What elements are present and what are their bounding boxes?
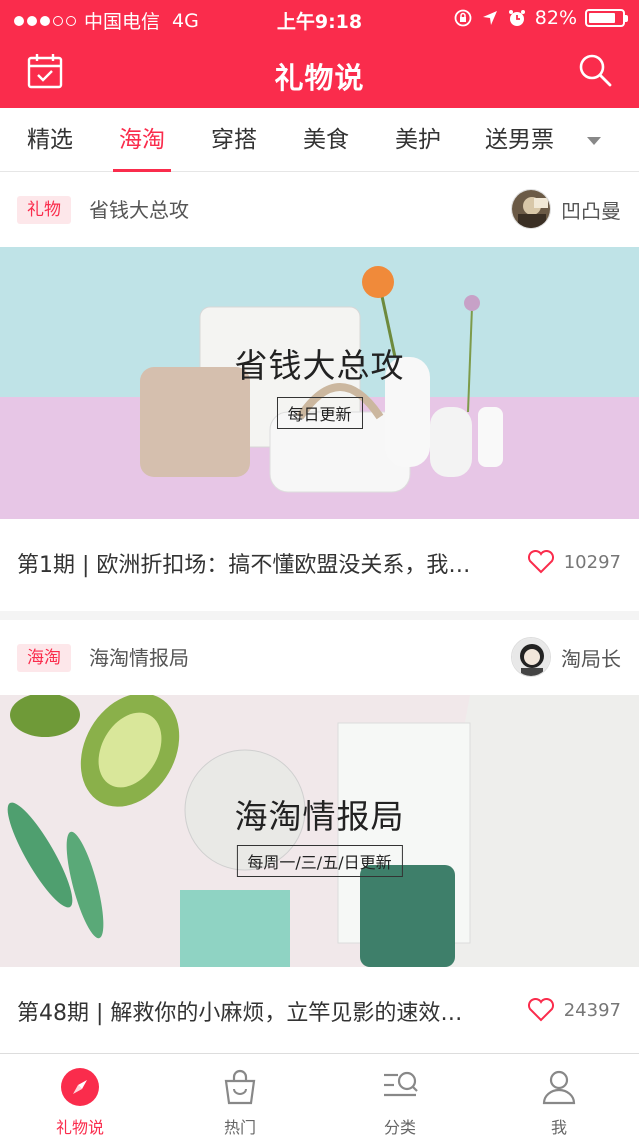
status-bar: 中国电信 4G 上午9:18 82% xyxy=(0,0,639,38)
column-name[interactable]: 省钱大总攻 xyxy=(89,194,189,226)
expand-tabs-icon[interactable] xyxy=(587,137,601,145)
author-name: 凹凸曼 xyxy=(561,198,621,223)
tab-jingxuan[interactable]: 精选 xyxy=(27,108,73,172)
tab-songnanpiao[interactable]: 送男票 xyxy=(485,108,554,172)
category-tabs: 精选 海淘 穿搭 美食 美护 送男票 xyxy=(0,108,639,172)
avatar[interactable] xyxy=(511,637,551,677)
search-icon xyxy=(579,54,612,87)
battery-percent: 82% xyxy=(534,7,577,29)
article-title[interactable]: 第48期 | 解救你的小麻烦，立竿见影的速效… xyxy=(17,995,497,1027)
location-arrow-icon xyxy=(482,11,497,25)
app-header: 中国电信 4G 上午9:18 82% 礼物说 xyxy=(0,0,639,108)
category-search-icon xyxy=(384,1071,418,1097)
bottom-navigation: 礼物说 热门 分类 我 xyxy=(0,1053,639,1136)
banner-subtitle: 每日更新 xyxy=(276,397,363,429)
heart-icon xyxy=(527,998,554,1022)
nav-fenlei[interactable]: 分类 xyxy=(340,1054,460,1136)
article-banner[interactable]: 海淘情报局 每周一/三/五/日更新 xyxy=(0,695,639,967)
nav-label: 分类 xyxy=(383,1118,416,1136)
alarm-icon xyxy=(508,10,525,26)
banner-title: 海淘情报局 xyxy=(234,797,405,836)
battery-icon xyxy=(585,9,628,27)
article-banner[interactable]: 省钱大总攻 每日更新 xyxy=(0,247,639,519)
nav-label: 我 xyxy=(550,1118,567,1136)
nav-remen[interactable]: 热门 xyxy=(180,1054,300,1136)
author-name: 淘局长 xyxy=(561,646,621,671)
nav-me[interactable]: 我 xyxy=(499,1054,619,1136)
tab-haitao[interactable]: 海淘 xyxy=(113,108,171,172)
like-count: 24397 xyxy=(563,999,621,1021)
article-title[interactable]: 第1期 | 欧洲折扣场：搞不懂欧盟没关系，我… xyxy=(17,547,497,579)
column-name[interactable]: 海淘情报局 xyxy=(89,642,189,674)
article-card[interactable]: 海淘 海淘情报局 淘局长 海淘情报局 每周一/三/五/日更新 第48期 | 解救… xyxy=(0,620,639,1059)
card-tag[interactable]: 海淘 xyxy=(17,644,71,672)
user-icon xyxy=(542,1070,576,1105)
app-title: 礼物说 xyxy=(274,61,365,95)
banner-subtitle: 每周一/三/五/日更新 xyxy=(236,845,403,877)
tab-chuanda[interactable]: 穿搭 xyxy=(211,108,257,172)
compass-icon xyxy=(61,1068,99,1106)
card-tag[interactable]: 礼物 xyxy=(17,196,71,224)
like-button[interactable]: 10297 xyxy=(527,550,621,574)
like-button[interactable]: 24397 xyxy=(527,998,621,1022)
nav-label: 热门 xyxy=(223,1118,256,1136)
nav-liwushuo[interactable]: 礼物说 xyxy=(20,1054,140,1136)
rotation-lock-icon xyxy=(454,9,472,27)
nav-label: 礼物说 xyxy=(55,1118,104,1136)
author-info[interactable]: 凹凸曼 xyxy=(511,189,621,229)
search-button[interactable] xyxy=(577,52,613,92)
author-info[interactable]: 淘局长 xyxy=(511,637,621,677)
like-count: 10297 xyxy=(563,551,621,573)
tab-meihu[interactable]: 美护 xyxy=(395,108,441,172)
shopping-bag-icon xyxy=(224,1069,256,1105)
article-card[interactable]: 礼物 省钱大总攻 凹凸曼 省钱大总攻 每日更新 第1期 | 欧洲折扣场：搞不懂欧… xyxy=(0,172,639,611)
tab-meishi[interactable]: 美食 xyxy=(303,108,349,172)
avatar[interactable] xyxy=(511,189,551,229)
heart-icon xyxy=(527,550,554,574)
banner-title: 省钱大总攻 xyxy=(234,346,405,385)
